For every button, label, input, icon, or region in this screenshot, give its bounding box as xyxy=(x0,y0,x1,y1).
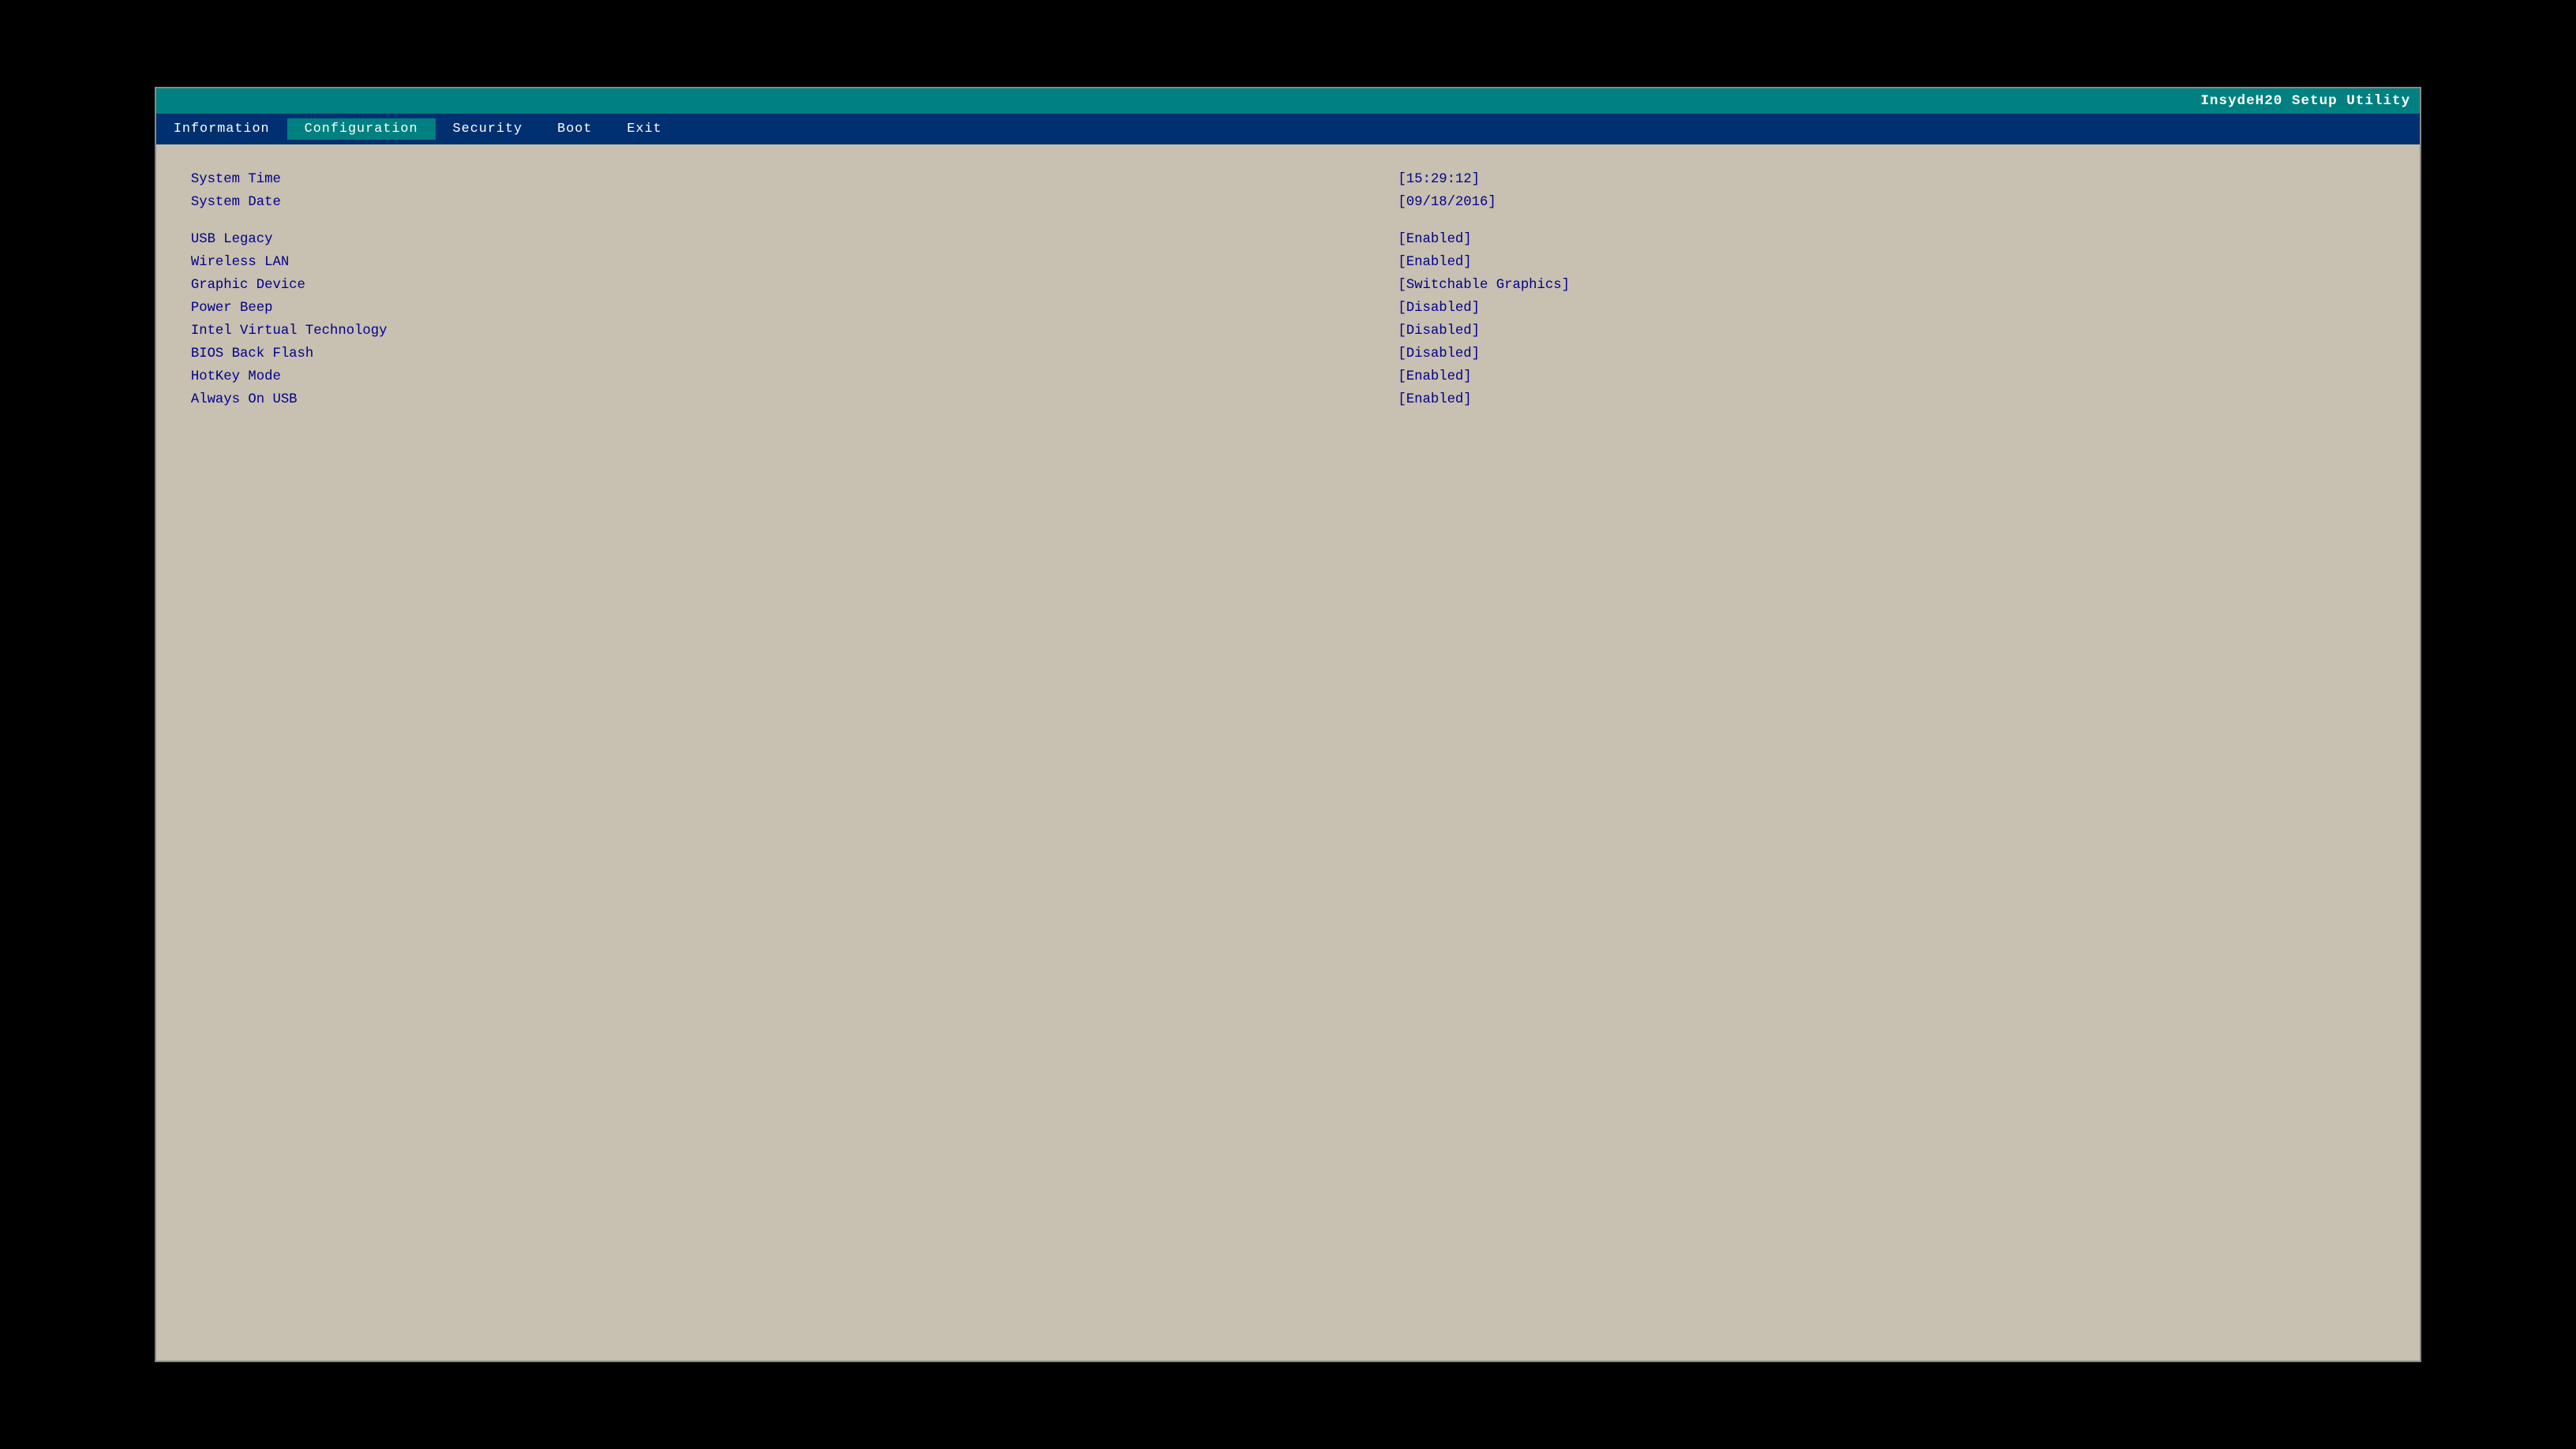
setting-label: Wireless LAN xyxy=(188,251,1398,274)
setting-value[interactable]: [Switchable Graphics] xyxy=(1398,274,2388,297)
setting-label: Graphic Device xyxy=(188,274,1398,297)
table-row: USB Legacy[Enabled] xyxy=(188,228,2388,251)
table-row: HotKey Mode[Enabled] xyxy=(188,365,2388,388)
setting-label: Always On USB xyxy=(188,388,1398,411)
setting-value[interactable]: [09/18/2016] xyxy=(1398,191,2388,214)
content-area: System Time[15:29:12]System Date[09/18/2… xyxy=(156,144,2420,435)
setting-value[interactable]: [15:29:12] xyxy=(1398,168,2388,191)
setting-value[interactable]: [Disabled] xyxy=(1398,297,2388,320)
setting-label: System Date xyxy=(188,191,1398,214)
settings-table: System Time[15:29:12]System Date[09/18/2… xyxy=(188,168,2388,411)
spacer-row xyxy=(188,214,2388,228)
title-bar: InsydeH20 Setup Utility xyxy=(156,88,2420,114)
menu-bar: InformationConfigurationSecurityBootExit xyxy=(156,114,2420,144)
utility-title: InsydeH20 Setup Utility xyxy=(2200,93,2410,109)
setting-label: HotKey Mode xyxy=(188,365,1398,388)
setting-value[interactable]: [Disabled] xyxy=(1398,320,2388,343)
setting-value[interactable]: [Disabled] xyxy=(1398,343,2388,365)
menu-item-configuration[interactable]: Configuration xyxy=(287,118,436,140)
menu-item-exit[interactable]: Exit xyxy=(609,118,679,140)
table-row: Graphic Device[Switchable Graphics] xyxy=(188,274,2388,297)
setting-label: BIOS Back Flash xyxy=(188,343,1398,365)
table-row: BIOS Back Flash[Disabled] xyxy=(188,343,2388,365)
table-row: Power Beep[Disabled] xyxy=(188,297,2388,320)
setting-value[interactable]: [Enabled] xyxy=(1398,365,2388,388)
setting-value[interactable]: [Enabled] xyxy=(1398,251,2388,274)
table-row: System Date[09/18/2016] xyxy=(188,191,2388,214)
setting-value[interactable]: [Enabled] xyxy=(1398,388,2388,411)
table-row: System Time[15:29:12] xyxy=(188,168,2388,191)
table-row: Intel Virtual Technology[Disabled] xyxy=(188,320,2388,343)
menu-item-boot[interactable]: Boot xyxy=(540,118,609,140)
menu-item-security[interactable]: Security xyxy=(436,118,541,140)
menu-item-information[interactable]: Information xyxy=(156,118,287,140)
setting-label: USB Legacy xyxy=(188,228,1398,251)
setting-label: Intel Virtual Technology xyxy=(188,320,1398,343)
setting-label: System Time xyxy=(188,168,1398,191)
setting-value[interactable]: [Enabled] xyxy=(1398,228,2388,251)
bios-screen: InsydeH20 Setup Utility InformationConfi… xyxy=(155,87,2421,1362)
table-row: Wireless LAN[Enabled] xyxy=(188,251,2388,274)
table-row: Always On USB[Enabled] xyxy=(188,388,2388,411)
setting-label: Power Beep xyxy=(188,297,1398,320)
